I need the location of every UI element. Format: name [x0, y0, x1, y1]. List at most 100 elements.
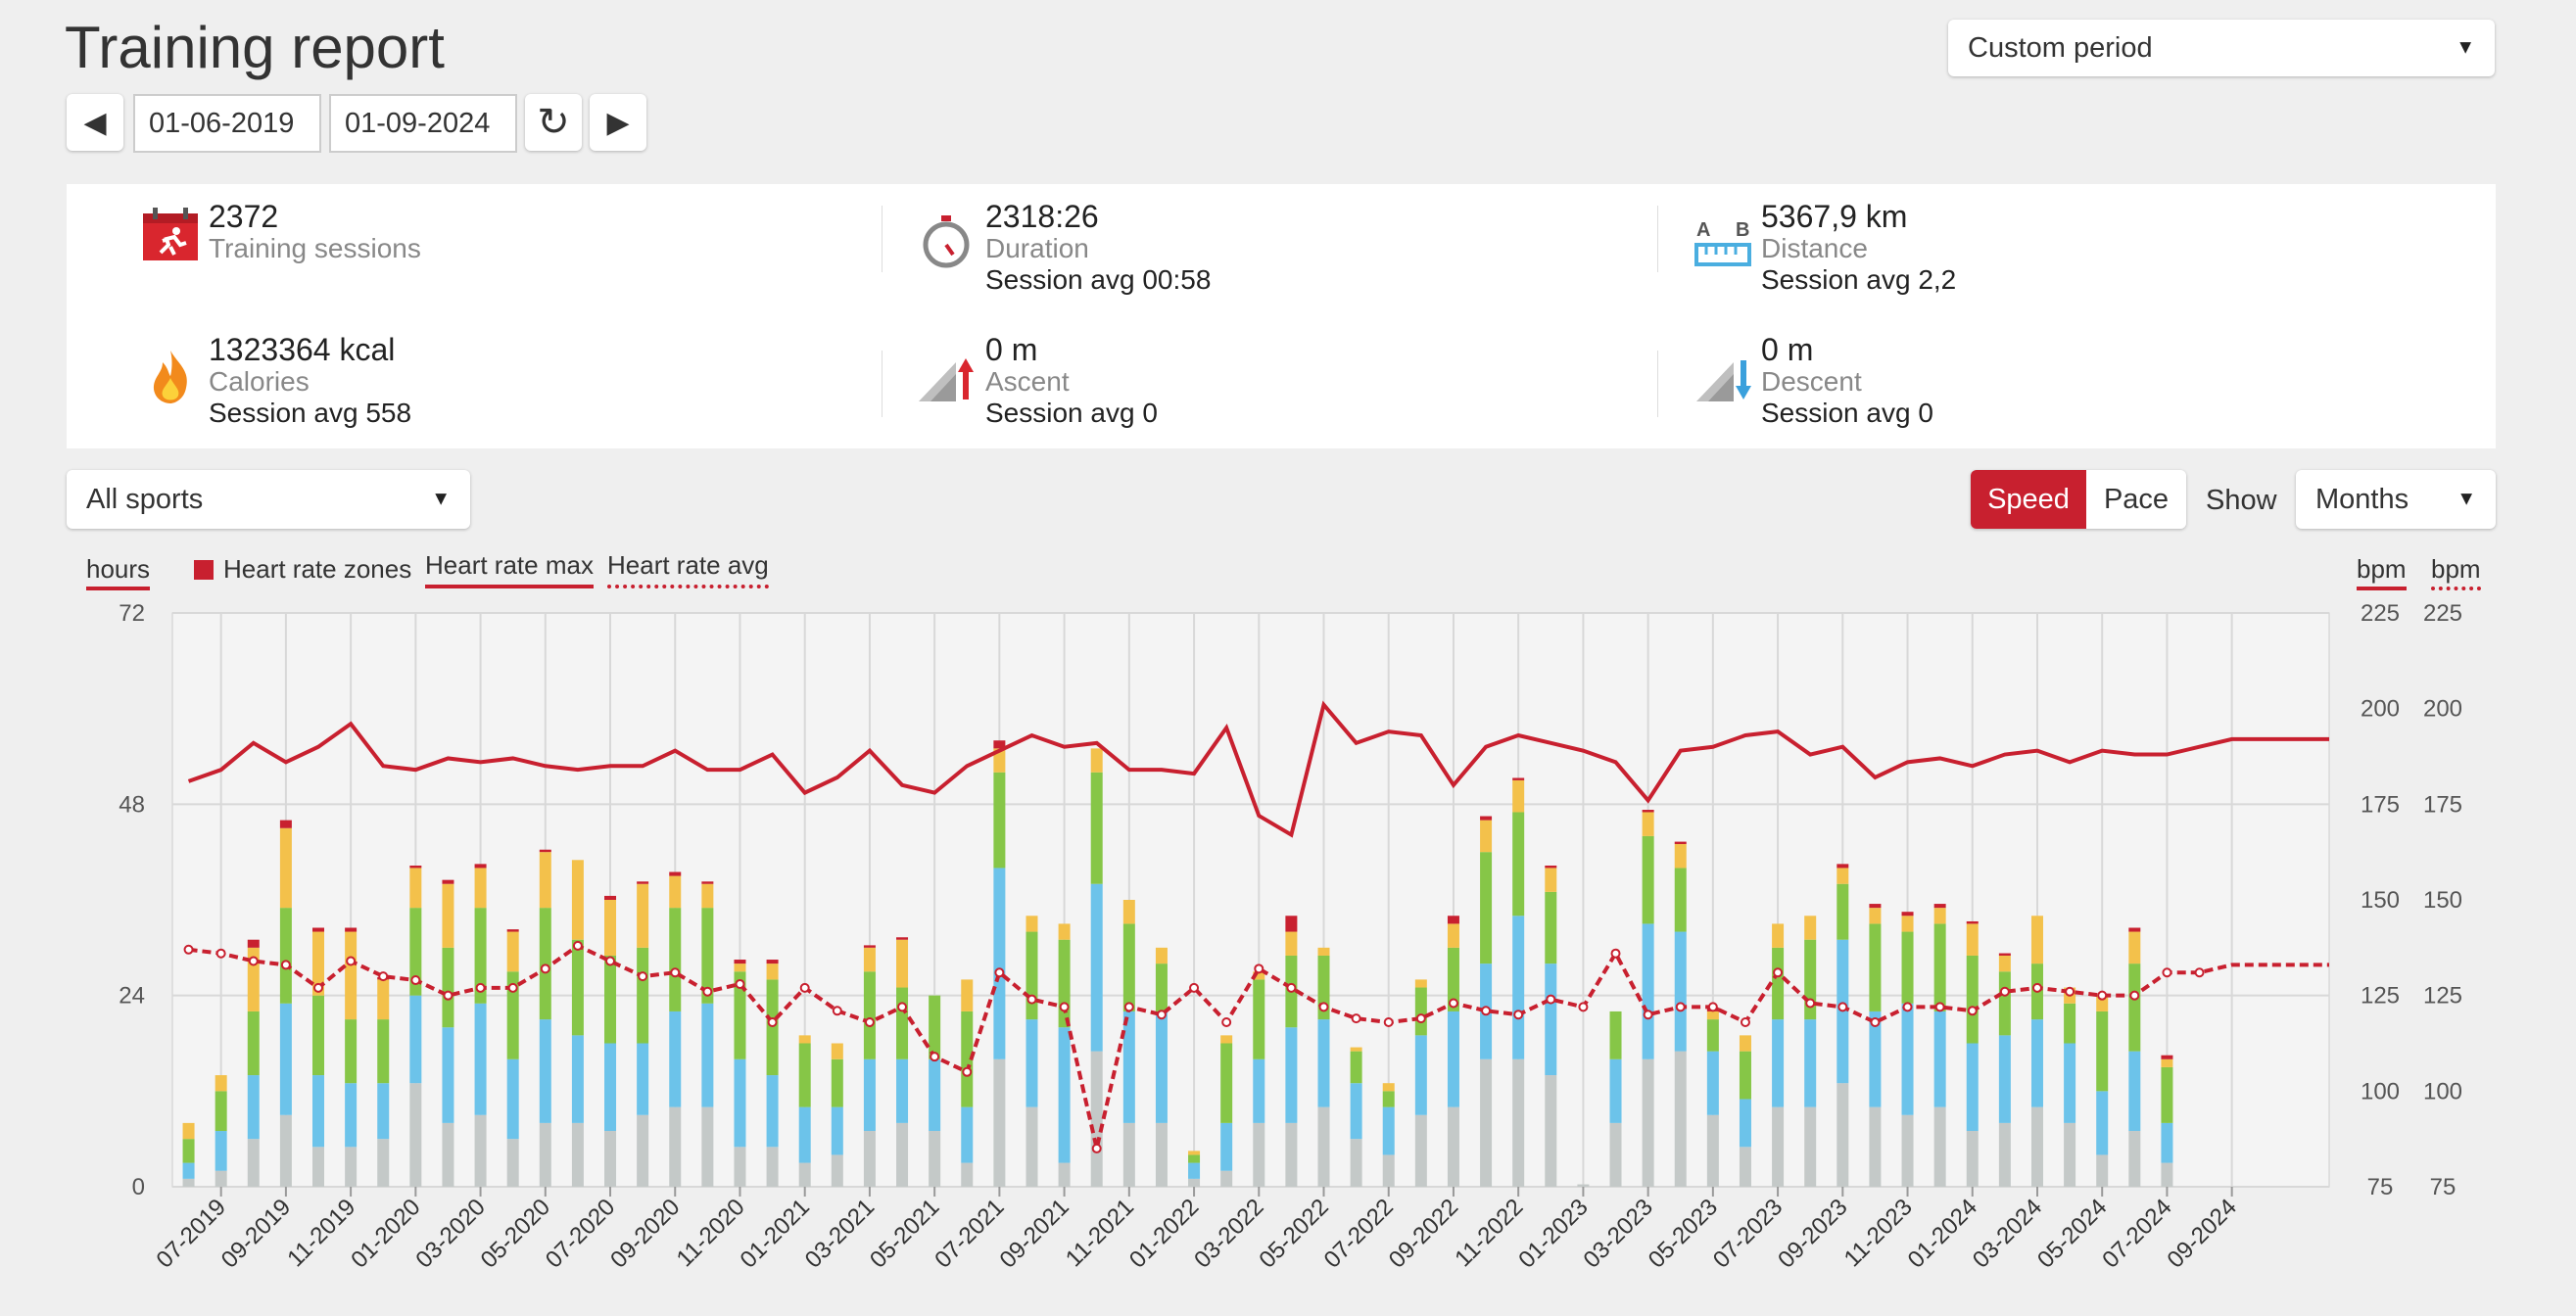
bar-segment — [734, 964, 746, 972]
x-tick-label: 01-2022 — [1124, 1194, 1204, 1273]
left-axis-tick: 72 — [119, 600, 145, 627]
bar-segment — [1642, 812, 1654, 836]
bar-segment — [182, 1162, 195, 1179]
bar-segment — [669, 1010, 682, 1107]
bar-segment — [2064, 1003, 2076, 1044]
bar-segment — [2128, 931, 2141, 964]
hr-avg-point — [215, 948, 226, 959]
bar-segment — [766, 1075, 779, 1148]
bar-segment — [1512, 1058, 1525, 1187]
bar-segment — [1998, 955, 2011, 972]
bar-segment — [539, 1122, 551, 1187]
hr-avg-point — [540, 964, 550, 974]
bar-segment — [1998, 1122, 2011, 1187]
bar-segment — [247, 1139, 260, 1187]
bar-segment — [1220, 1035, 1233, 1044]
bar-segment — [377, 979, 390, 1020]
bar-segment — [1772, 923, 1785, 948]
bar-segment — [1414, 1035, 1427, 1115]
x-tick-label: 03-2023 — [1579, 1194, 1658, 1273]
hr-avg-point — [1578, 1002, 1589, 1012]
bar-segment — [409, 1083, 422, 1187]
bar-segment — [1220, 1170, 1233, 1187]
right-axis-tick: 125 — [2361, 983, 2400, 1010]
bar-segment — [1837, 864, 1849, 869]
bar-segment — [929, 1058, 941, 1132]
right-axis-tick: 100 — [2423, 1078, 2462, 1104]
training-chart: 0 24 48 72 75 75 100 100 125 125 150 150 175 175 200 20… — [119, 600, 2462, 1274]
bar-segment — [604, 955, 617, 1044]
bar-segment — [2030, 1019, 2043, 1107]
bar-segment — [669, 871, 682, 876]
bar-segment — [215, 1131, 227, 1171]
hr-avg-point — [2097, 990, 2108, 1001]
bar-segment — [669, 875, 682, 909]
bar-segment — [1966, 1043, 1979, 1132]
x-tick-label: 01-2020 — [346, 1194, 425, 1273]
bar-segment — [896, 939, 909, 988]
right-axis-tick: 125 — [2423, 983, 2462, 1010]
x-tick-label: 03-2020 — [410, 1194, 490, 1273]
bar-segment — [993, 772, 1006, 869]
bar-segment — [1285, 1027, 1298, 1123]
hr-avg-point — [605, 956, 616, 966]
bar-segment — [1966, 955, 1979, 1044]
bar-segment — [896, 1058, 909, 1123]
bar-segment — [1545, 891, 1557, 964]
bar-segment — [1577, 1184, 1590, 1187]
x-tick-label: 03-2021 — [800, 1194, 880, 1273]
bar-segment — [1188, 1162, 1201, 1179]
x-tick-label: 03-2024 — [1968, 1194, 2047, 1273]
bar-segment — [1512, 779, 1525, 813]
right-axis-tick: 75 — [2367, 1174, 2394, 1200]
bar-segment — [1382, 1083, 1395, 1092]
bar-segment — [312, 995, 325, 1076]
bar-segment — [1933, 923, 1946, 1011]
hr-avg-point — [1675, 1002, 1686, 1012]
bar-segment — [637, 1043, 649, 1115]
bar-segment — [1026, 931, 1038, 1020]
hr-avg-point — [994, 967, 1005, 978]
hr-avg-point — [410, 975, 421, 986]
hr-avg-point — [1448, 998, 1458, 1009]
bar-segment — [1253, 1058, 1265, 1123]
bar-segment — [1317, 1106, 1330, 1187]
right-axis-tick: 150 — [2423, 887, 2462, 914]
hr-avg-point — [346, 956, 357, 966]
bar-segment — [1155, 1122, 1168, 1187]
bar-segment — [1869, 904, 1882, 909]
hr-avg-point — [799, 982, 810, 993]
hr-avg-point — [1415, 1013, 1426, 1024]
bar-segment — [409, 995, 422, 1084]
bar-segment — [345, 1019, 358, 1084]
hr-avg-point — [2129, 990, 2140, 1001]
hr-avg-point — [183, 944, 194, 955]
bar-segment — [1869, 923, 1882, 1011]
hr-avg-point — [1156, 1010, 1167, 1020]
bar-segment — [2161, 1055, 2173, 1059]
bar-segment — [571, 860, 584, 940]
bar-segment — [1998, 953, 2011, 956]
bar-segment — [637, 883, 649, 948]
bar-segment — [1382, 1106, 1395, 1155]
left-axis-tick: 48 — [119, 791, 145, 818]
hr-avg-point — [1740, 1017, 1750, 1028]
bar-segment — [345, 1147, 358, 1187]
hr-avg-point — [2162, 967, 2172, 978]
bar-segment — [637, 881, 649, 884]
bar-segment — [1285, 931, 1298, 956]
x-tick-label: 11-2022 — [1450, 1194, 1528, 1272]
bar-segment — [409, 868, 422, 909]
bar-segment — [182, 1122, 195, 1140]
bar-segment — [1122, 1122, 1135, 1187]
bar-segment — [1933, 1106, 1946, 1187]
left-axis-tick: 24 — [119, 983, 145, 1010]
bar-segment — [474, 868, 487, 909]
bar-segment — [1414, 1114, 1427, 1187]
hr-avg-point — [1351, 1013, 1361, 1024]
bar-segment — [1447, 1106, 1459, 1187]
bar-segment — [1155, 1010, 1168, 1123]
bar-segment — [1253, 979, 1265, 1059]
bar-segment — [831, 1058, 843, 1107]
right-axis-tick: 225 — [2361, 600, 2400, 627]
